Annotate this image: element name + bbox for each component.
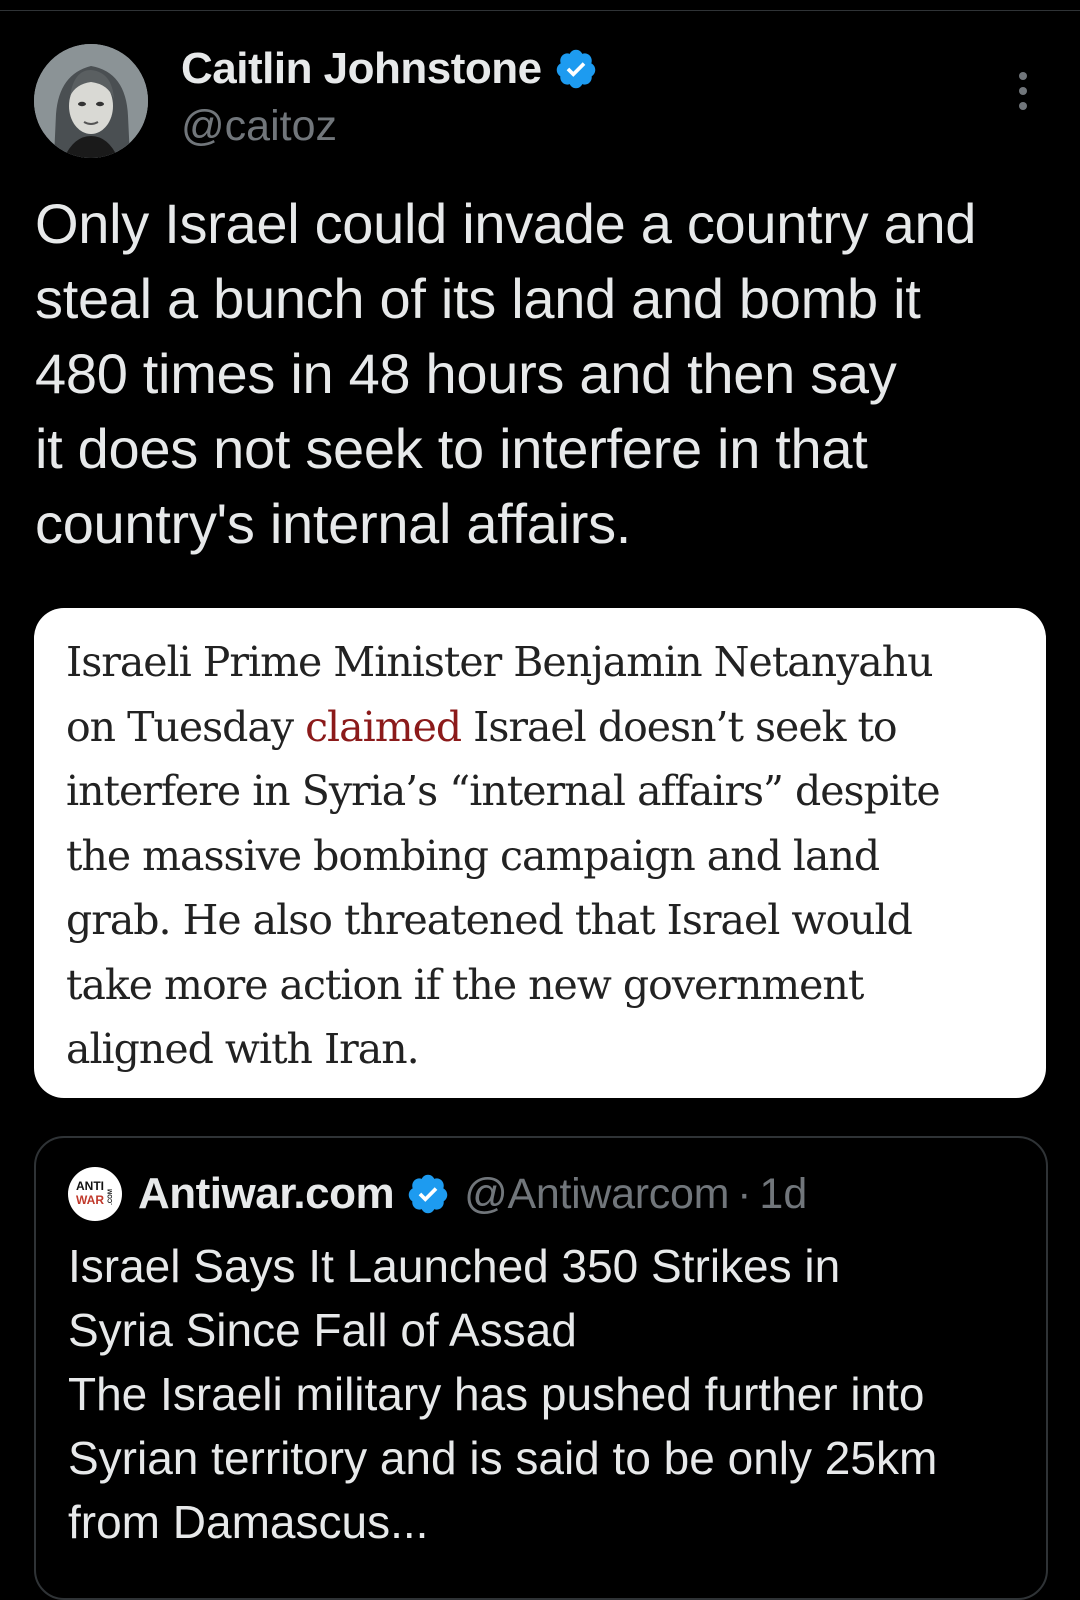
quoted-text-line: Syria Since Fall of Assad xyxy=(68,1304,577,1356)
quoted-display-name[interactable]: Antiwar.com xyxy=(138,1169,395,1219)
verified-badge-icon xyxy=(554,47,598,91)
excerpt-line: Israeli Prime Minister Benjamin Netanyah… xyxy=(66,638,934,686)
tweet-text-line: it does not seek to interfere in that xyxy=(35,417,868,480)
quoted-text-line: Syrian territory and is said to be only … xyxy=(68,1432,938,1484)
tweet-text-line: country's internal affairs. xyxy=(35,492,632,555)
avatar-portrait-icon xyxy=(34,44,148,158)
more-dot xyxy=(1019,87,1027,95)
attached-image[interactable]: Israeli Prime Minister Benjamin Netanyah… xyxy=(34,608,1046,1098)
quoted-tweet-text: Israel Says It Launched 350 Strikes in S… xyxy=(68,1234,1028,1554)
quoted-handle[interactable]: @Antiwarcom xyxy=(464,1170,729,1219)
quoted-tweet[interactable]: ANTI WAR .COM Antiwar.com @Antiwarcom · … xyxy=(34,1136,1048,1600)
more-dot xyxy=(1019,102,1027,110)
article-excerpt: Israeli Prime Minister Benjamin Netanyah… xyxy=(66,630,941,1082)
more-dot xyxy=(1019,72,1027,80)
excerpt-text: on Tuesday xyxy=(66,702,306,751)
logo-text-side: .COM xyxy=(108,1189,114,1205)
excerpt-text: Israel doesn’t seek to xyxy=(461,702,897,751)
tweet-text-line: 480 times in 48 hours and then say xyxy=(35,342,897,405)
more-options-icon[interactable] xyxy=(1006,72,1040,110)
author-display-name[interactable]: Caitlin Johnstone xyxy=(181,44,542,94)
verified-badge-icon xyxy=(406,1172,450,1216)
excerpt-line: on Tuesday claimed Israel doesn’t seek t… xyxy=(66,695,940,760)
excerpt-line: aligned with Iran. xyxy=(66,1025,420,1073)
excerpt-link: claimed xyxy=(305,702,462,751)
logo-text-top: ANTI xyxy=(76,1179,104,1193)
tweet-text-line: Only Israel could invade a country and xyxy=(35,192,977,255)
author-block: Caitlin Johnstone @caitoz xyxy=(181,42,598,151)
top-divider xyxy=(0,10,1080,11)
logo-text-bottom: WAR xyxy=(76,1193,104,1207)
antiwar-logo-icon[interactable]: ANTI WAR .COM xyxy=(68,1167,122,1221)
tweet-text-line: steal a bunch of its land and bomb it xyxy=(35,267,921,330)
quoted-tweet-header: ANTI WAR .COM Antiwar.com @Antiwarcom · … xyxy=(68,1166,807,1222)
author-handle[interactable]: @caitoz xyxy=(181,102,598,151)
excerpt-line: grab. He also threatened that Israel wou… xyxy=(66,896,913,944)
separator-dot: · xyxy=(737,1169,752,1218)
author-avatar[interactable] xyxy=(34,44,148,158)
excerpt-line: take more action if the new government xyxy=(66,960,864,1009)
excerpt-line: interfere in Syria’s “internal affairs” … xyxy=(66,767,941,815)
excerpt-line: the massive bombing campaign and land xyxy=(66,831,880,880)
quoted-text-line: from Damascus... xyxy=(68,1496,429,1548)
quoted-timestamp[interactable]: 1d xyxy=(759,1170,807,1219)
quoted-text-line: Israel Says It Launched 350 Strikes in xyxy=(68,1240,841,1292)
quoted-text-line: The Israeli military has pushed further … xyxy=(68,1368,925,1420)
tweet-text: Only Israel could invade a country and s… xyxy=(35,186,1055,561)
